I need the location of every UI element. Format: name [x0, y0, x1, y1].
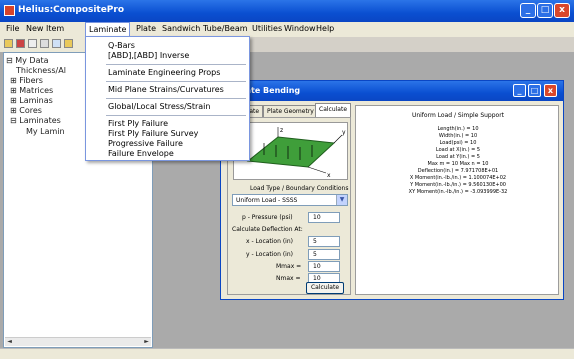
save-icon[interactable]	[64, 39, 73, 48]
result-line: Y Moment(in.-lb./in.) = 9.560130E+00	[410, 182, 506, 188]
tab-plate-geometry[interactable]: Plate Geometry	[263, 105, 318, 117]
result-line: X Moment(in.-lb./in.) = 1.100074E+02	[409, 175, 507, 181]
plate-diagram: z x y	[233, 122, 348, 180]
scroll-left-icon[interactable]: ◄	[5, 338, 14, 346]
app-title: Helius:CompositePro	[18, 5, 125, 15]
result-line: Length(in.) = 10	[437, 126, 479, 132]
menu-item-q-bars[interactable]: Q-Bars	[108, 41, 135, 50]
menu-file[interactable]: File	[6, 24, 19, 33]
result-line: Load at X(in.) = 5	[435, 147, 481, 153]
paste-icon[interactable]	[52, 39, 61, 48]
result-line: Load(psi) = 10	[439, 140, 477, 146]
tree-horizontal-scrollbar[interactable]: ◄ ►	[5, 337, 151, 346]
tree-item-cores[interactable]: ⊞ Cores	[10, 106, 42, 115]
tree-item-thickness[interactable]: Thickness/Al	[16, 66, 66, 75]
cut-icon[interactable]	[28, 39, 37, 48]
mmax-input[interactable]: 10	[308, 261, 340, 272]
app-icon	[4, 5, 15, 16]
menu-bar: File New Item Laminate Plate Sandwich Tu…	[0, 22, 574, 37]
new-icon[interactable]	[16, 39, 25, 48]
copy-icon[interactable]	[40, 39, 49, 48]
tree-item-my-data[interactable]: ⊟ My Data	[6, 56, 49, 65]
result-line: Deflection(in.) = 7.971708E+01	[417, 168, 499, 174]
menu-item-first-ply-failure-survey[interactable]: First Ply Failure Survey	[108, 129, 198, 138]
menu-item-mid-plane-strains[interactable]: Mid Plane Strains/Curvatures	[108, 85, 224, 94]
menu-item-global-local-stress[interactable]: Global/Local Stress/Strain	[108, 102, 210, 111]
menu-separator	[106, 98, 246, 99]
mmax-label: Mmax =	[276, 263, 302, 270]
tree-item-laminates[interactable]: ⊟ Laminates	[10, 116, 61, 125]
menu-item-failure-envelope[interactable]: Failure Envelope	[108, 149, 174, 158]
results-heading: Uniform Load / Simple Support	[411, 112, 505, 119]
diagram-z-axis-label: z	[280, 127, 283, 134]
plate-bending-window: Plate Bending _ □ x Laminate Plate Geome…	[220, 80, 564, 300]
menu-plate[interactable]: Plate	[136, 24, 156, 33]
menu-separator	[106, 81, 246, 82]
result-line: Load at Y(in.) = 5	[436, 154, 480, 160]
menu-item-progressive-failure[interactable]: Progressive Failure	[108, 139, 183, 148]
x-location-input[interactable]: 5	[308, 236, 340, 247]
menu-item-first-ply-failure[interactable]: First Ply Failure	[108, 119, 168, 128]
open-icon[interactable]	[4, 39, 13, 48]
result-line: XY Moment(in.-lb./in.) = -3.093999E-32	[408, 189, 508, 195]
y-location-label: y - Location (in)	[246, 251, 293, 258]
minimize-button[interactable]: _	[520, 3, 536, 18]
load-type-select[interactable]: Uniform Load - SSSS ▼	[232, 194, 348, 206]
menu-help[interactable]: Help	[316, 24, 334, 33]
scroll-right-icon[interactable]: ►	[142, 338, 151, 346]
load-type-value: Uniform Load - SSSS	[236, 197, 298, 204]
laminate-menu-dropdown: Q-Bars [ABD],[ABD] Inverse Laminate Engi…	[85, 36, 250, 161]
tree-item-laminas[interactable]: ⊞ Laminas	[10, 96, 53, 105]
tree-item-fibers[interactable]: ⊞ Fibers	[10, 76, 43, 85]
result-line: Width(in.) = 10	[438, 133, 478, 139]
pressure-label: p - Pressure (psi)	[242, 214, 293, 221]
plate-bending-title-bar[interactable]: Plate Bending _ □ x	[221, 81, 563, 101]
child-minimize-button[interactable]: _	[513, 84, 526, 97]
tab-calculate[interactable]: Calculate	[315, 103, 352, 117]
load-type-label: Load Type / Boundary Conditions	[250, 185, 349, 192]
child-close-button[interactable]: x	[544, 84, 557, 97]
menu-window[interactable]: Window	[284, 24, 316, 33]
menu-new-item[interactable]: New Item	[26, 24, 64, 33]
maximize-button[interactable]: □	[537, 3, 553, 18]
menu-separator	[106, 115, 246, 116]
results-panel: Uniform Load / Simple Support Length(in.…	[355, 105, 559, 295]
menu-tube-beam[interactable]: Tube/Beam	[203, 24, 248, 33]
x-location-label: x - Location (in)	[246, 238, 293, 245]
calculate-button[interactable]: Calculate	[306, 282, 344, 294]
nmax-label: Nmax =	[276, 275, 301, 282]
menu-sandwich[interactable]: Sandwich	[162, 24, 200, 33]
deflection-heading: Calculate Deflection At:	[232, 226, 303, 233]
menu-separator	[106, 64, 246, 65]
menu-laminate[interactable]: Laminate	[85, 22, 131, 37]
diagram-x-axis-label: x	[327, 172, 331, 179]
toolbar	[0, 37, 90, 52]
y-location-input[interactable]: 5	[308, 249, 340, 260]
menu-utilities[interactable]: Utilities	[252, 24, 282, 33]
plate-load-illustration: z x y	[246, 127, 346, 179]
result-line: Max m = 10 Max n = 10	[427, 161, 489, 167]
menu-item-engineering-props[interactable]: Laminate Engineering Props	[108, 68, 220, 77]
tree-item-matrices[interactable]: ⊞ Matrices	[10, 86, 53, 95]
diagram-y-axis-label: y	[342, 129, 346, 136]
status-bar	[0, 348, 574, 359]
menu-item-abd-inverse[interactable]: [ABD],[ABD] Inverse	[108, 51, 189, 60]
close-button[interactable]: x	[554, 3, 570, 18]
pressure-input[interactable]: 10	[308, 212, 340, 223]
chevron-down-icon[interactable]: ▼	[336, 195, 347, 205]
child-maximize-button[interactable]: □	[528, 84, 541, 97]
app-title-bar: Helius:CompositePro _ □ x	[0, 0, 574, 22]
tree-item-my-laminate[interactable]: My Lamin	[26, 127, 65, 136]
